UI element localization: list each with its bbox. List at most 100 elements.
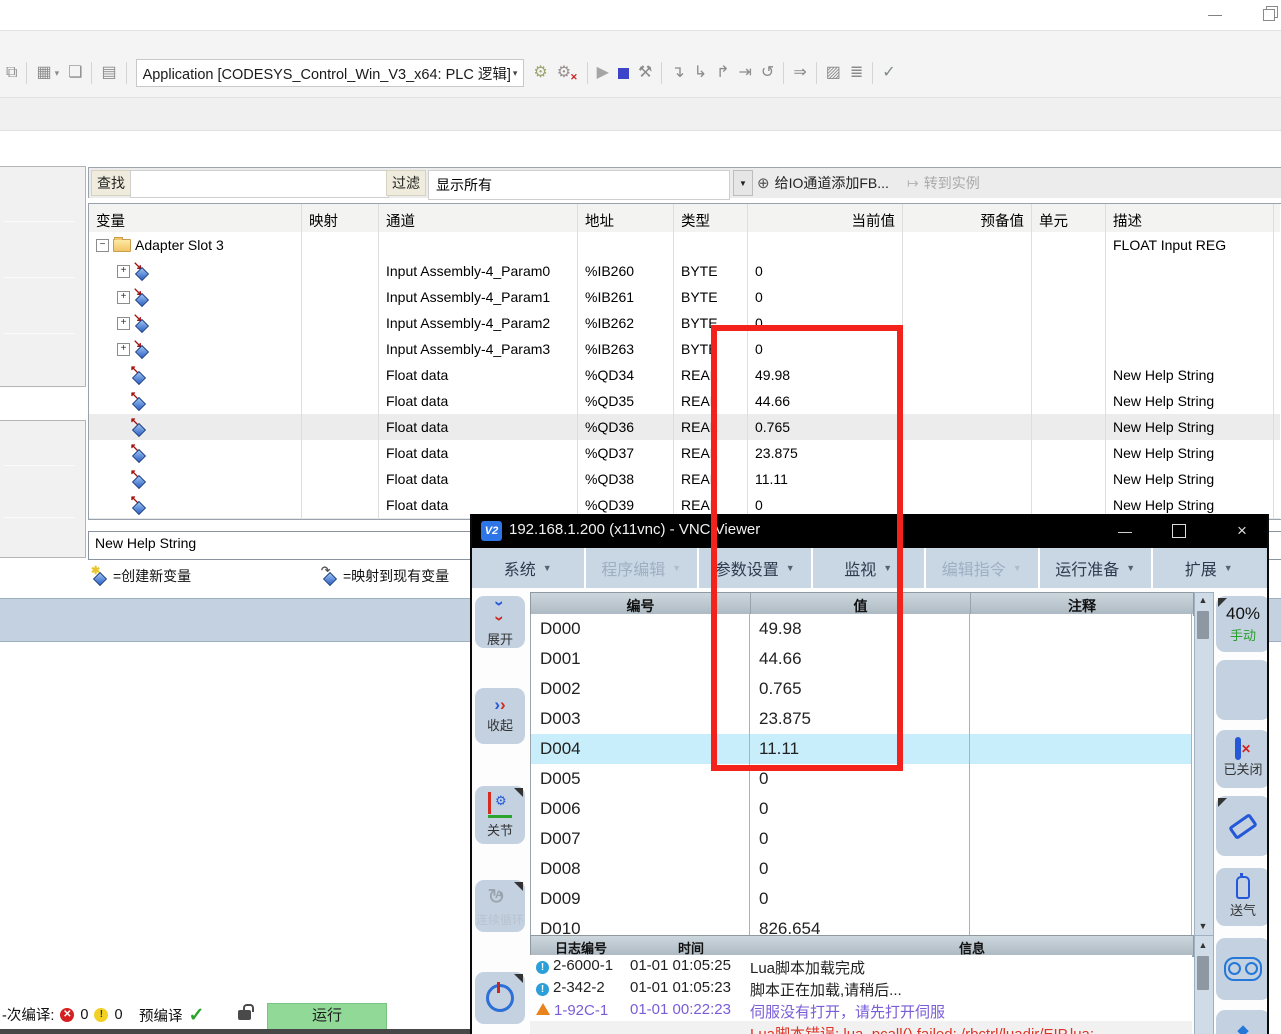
step-out-icon[interactable] — [716, 65, 729, 81]
expand-box[interactable]: + — [117, 291, 130, 304]
blank-button[interactable] — [1216, 660, 1269, 720]
col-log-time[interactable]: 时间 — [631, 936, 751, 957]
tab-edit-instruction[interactable]: 编辑指令▼ — [926, 548, 1040, 588]
register-row[interactable]: D0050 — [531, 764, 1192, 795]
scrollbar-thumb[interactable] — [1197, 611, 1209, 639]
tab-system[interactable]: 系统▼ — [472, 548, 586, 588]
col-channel[interactable]: 通道 — [379, 204, 578, 232]
tab-monitor[interactable]: 监视▼ — [813, 548, 927, 588]
partial-bottom-button[interactable]: ◆ — [1216, 1010, 1269, 1034]
register-row[interactable]: D0080 — [531, 854, 1192, 885]
login-icon[interactable] — [533, 65, 547, 81]
build-icon[interactable] — [101, 65, 116, 81]
vnc-maximize-icon[interactable] — [1172, 524, 1186, 538]
register-row[interactable]: D010826.654 — [531, 914, 1192, 935]
table-row[interactable]: +↘ Input Assembly-4_Param0 %IB260 BYTE 0 — [89, 258, 1280, 285]
scrollbar-thumb[interactable] — [1197, 956, 1209, 990]
breakpoints-icon[interactable] — [826, 65, 841, 81]
col-number[interactable]: 编号 — [531, 593, 751, 616]
register-row[interactable]: D00144.66 — [531, 644, 1192, 675]
minimize-icon[interactable] — [1203, 6, 1227, 22]
run-state-button[interactable]: 运行 — [267, 1003, 387, 1030]
expand-box[interactable]: + — [117, 265, 130, 278]
next-statement-icon[interactable] — [793, 65, 806, 81]
tools-icon[interactable] — [638, 65, 652, 81]
table-row[interactable]: +↘ Input Assembly-4_Param1 %IB261 BYTE 0 — [89, 284, 1280, 311]
stop-icon[interactable] — [618, 68, 629, 79]
find-input[interactable] — [130, 170, 389, 198]
logout-icon[interactable] — [557, 65, 571, 81]
col-comment[interactable]: 注释 — [971, 593, 1193, 616]
library-icon[interactable] — [36, 65, 51, 81]
reset-icon[interactable] — [761, 65, 774, 81]
continuous-loop-button[interactable]: ↻A 连续循环 — [475, 880, 525, 932]
register-scrollbar[interactable]: ▲ ▼ — [1194, 592, 1214, 937]
start-icon[interactable] — [597, 65, 609, 81]
col-mapping[interactable]: 映射 — [302, 204, 379, 232]
register-row[interactable]: D00049.98 — [531, 614, 1192, 645]
goto-instance-button[interactable]: 转到实例 — [907, 170, 980, 196]
log-row-warning[interactable]: 1-92C-1 01-01 00:22:23 伺服没有打开，请先打开伺服 — [530, 999, 1192, 1021]
paste-icon[interactable] — [6, 65, 17, 81]
register-row[interactable]: D0070 — [531, 824, 1192, 855]
filter-dropdown[interactable]: 显示所有 — [428, 170, 730, 200]
run-to-cursor-icon[interactable] — [739, 65, 752, 81]
new-object-icon[interactable] — [68, 65, 82, 81]
table-row[interactable]: ↖ Float data %QD38 REAL 11.11 New Help S… — [89, 466, 1280, 493]
table-row[interactable]: +↘ Input Assembly-4_Param2 %IB262 BYTE 0 — [89, 310, 1280, 337]
register-row[interactable]: D0060 — [531, 794, 1192, 825]
col-prepared-value[interactable]: 预备值 — [903, 204, 1032, 232]
collapse-button[interactable]: ›› 收起 — [475, 688, 525, 744]
table-row[interactable]: +↘ Input Assembly-4_Param3 %IB263 BYTE 0 — [89, 336, 1280, 363]
col-unit[interactable]: 单元 — [1032, 204, 1106, 232]
col-value[interactable]: 值 — [751, 593, 971, 616]
filter-dropdown-arrow[interactable]: ▼ — [733, 170, 753, 196]
expand-button[interactable]: ›› 展开 — [475, 596, 525, 648]
log-row[interactable]: !2-6000-1 01-01 01:05:25 Lua脚本加载完成 — [530, 955, 1192, 977]
chevron-down-icon[interactable] — [55, 65, 60, 81]
tab-parameter-settings[interactable]: 参数设置▼ — [699, 548, 813, 588]
log-row[interactable]: !2-342-2 01-01 01:05:23 脚本正在加载,请稍后... — [530, 977, 1192, 999]
col-log-id[interactable]: 日志编号 — [531, 936, 631, 957]
teach-pendant-button[interactable] — [1216, 938, 1269, 1000]
col-current-value[interactable]: 当前值 — [748, 204, 903, 232]
add-fb-button[interactable]: 给IO通道添加FB... — [757, 170, 889, 196]
tab-program-edit[interactable]: 程序编辑▼ — [586, 548, 700, 588]
register-row[interactable]: D0020.765 — [531, 674, 1192, 705]
callstack-icon[interactable] — [850, 65, 863, 81]
log-scrollbar[interactable]: ▲ — [1194, 935, 1214, 1034]
vnc-minimize-icon[interactable] — [1110, 520, 1140, 542]
collapse-box[interactable]: − — [96, 239, 109, 252]
register-row-selected[interactable]: D00411.11 — [531, 734, 1192, 765]
table-row[interactable]: ↖ Float data %QD37 REAL 23.875 New Help … — [89, 440, 1280, 467]
scroll-down-icon[interactable]: ▼ — [1195, 919, 1211, 934]
col-type[interactable]: 类型 — [674, 204, 748, 232]
col-variable[interactable]: 变量 — [89, 204, 302, 232]
tab-run-preparation[interactable]: 运行准备▼ — [1040, 548, 1154, 588]
scroll-up-icon[interactable]: ▲ — [1195, 938, 1211, 953]
tab-extension[interactable]: 扩展▼ — [1153, 548, 1265, 588]
step-into-icon[interactable] — [694, 65, 707, 81]
col-description[interactable]: 描述 — [1106, 204, 1274, 232]
register-row[interactable]: D00323.875 — [531, 704, 1192, 735]
step-over-icon[interactable] — [671, 65, 684, 81]
scroll-up-icon[interactable]: ▲ — [1195, 593, 1211, 608]
vnc-titlebar[interactable]: V2 192.168.1.200 (x11vnc) - VNC Viewer — [472, 514, 1267, 548]
table-row[interactable]: ↖ Float data %QD34 REAL 49.98 New Help S… — [89, 362, 1280, 389]
col-address[interactable]: 地址 — [578, 204, 674, 232]
recompile-icon[interactable] — [882, 65, 895, 81]
table-row[interactable]: −Adapter Slot 3 FLOAT Input REG — [89, 232, 1280, 259]
power-button[interactable] — [475, 972, 525, 1024]
torch-button[interactable] — [1216, 796, 1269, 856]
register-row[interactable]: D0090 — [531, 884, 1192, 915]
vnc-close-icon[interactable] — [1227, 520, 1257, 542]
torch-state-button[interactable]: ✕ 已关闭 — [1216, 730, 1269, 788]
expand-box[interactable]: + — [117, 317, 130, 330]
application-selector[interactable]: Application [CODESYS_Control_Win_V3_x64:… — [136, 59, 525, 87]
gas-button[interactable]: 送气 — [1216, 868, 1269, 926]
expand-box[interactable]: + — [117, 343, 130, 356]
speed-mode-button[interactable]: 40% 手动 — [1216, 596, 1269, 652]
joint-mode-button[interactable]: ⚙ 关节 — [475, 786, 525, 844]
table-row[interactable]: ↖ Float data %QD35 REAL 44.66 New Help S… — [89, 388, 1280, 415]
col-log-message[interactable]: 信息 — [751, 936, 1193, 957]
